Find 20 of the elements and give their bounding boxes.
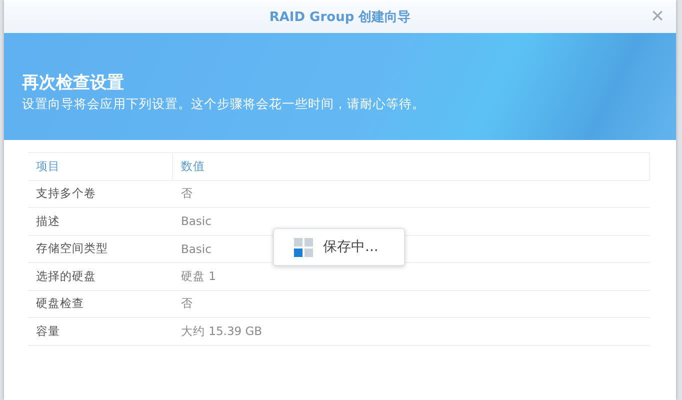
table-cell: 否 (181, 186, 193, 202)
table-cell: 否 (181, 296, 193, 312)
table-cell: 选择的硬盘 (36, 268, 96, 284)
window-title: RAID Group 创建向导 (269, 8, 411, 26)
table-cell: 描述 (36, 214, 60, 229)
table-cell: 支持多个卷 (36, 186, 96, 202)
loading-icon (294, 238, 313, 256)
table-cell: 硬盘 1 (181, 268, 216, 284)
table-cell: 硬盘检查 (36, 296, 84, 312)
table-cell: 大约 15.39 GB (181, 324, 262, 339)
table-cell: Basic (181, 214, 212, 228)
column-header: 项目 (28, 153, 173, 180)
banner-heading: 再次检查设置 (22, 72, 125, 94)
table-cell: Basic (181, 242, 212, 256)
column-header: 数值 (173, 153, 650, 180)
toast-text: 保存中... (323, 238, 378, 256)
banner-description: 设置向导将会应用下列设置。这个步骤将会花一些时间，请耐心等待。 (22, 96, 426, 112)
table-cell: 容量 (36, 324, 60, 339)
table-cell: 存储空间类型 (36, 241, 108, 256)
close-button[interactable]: × (651, 5, 664, 27)
